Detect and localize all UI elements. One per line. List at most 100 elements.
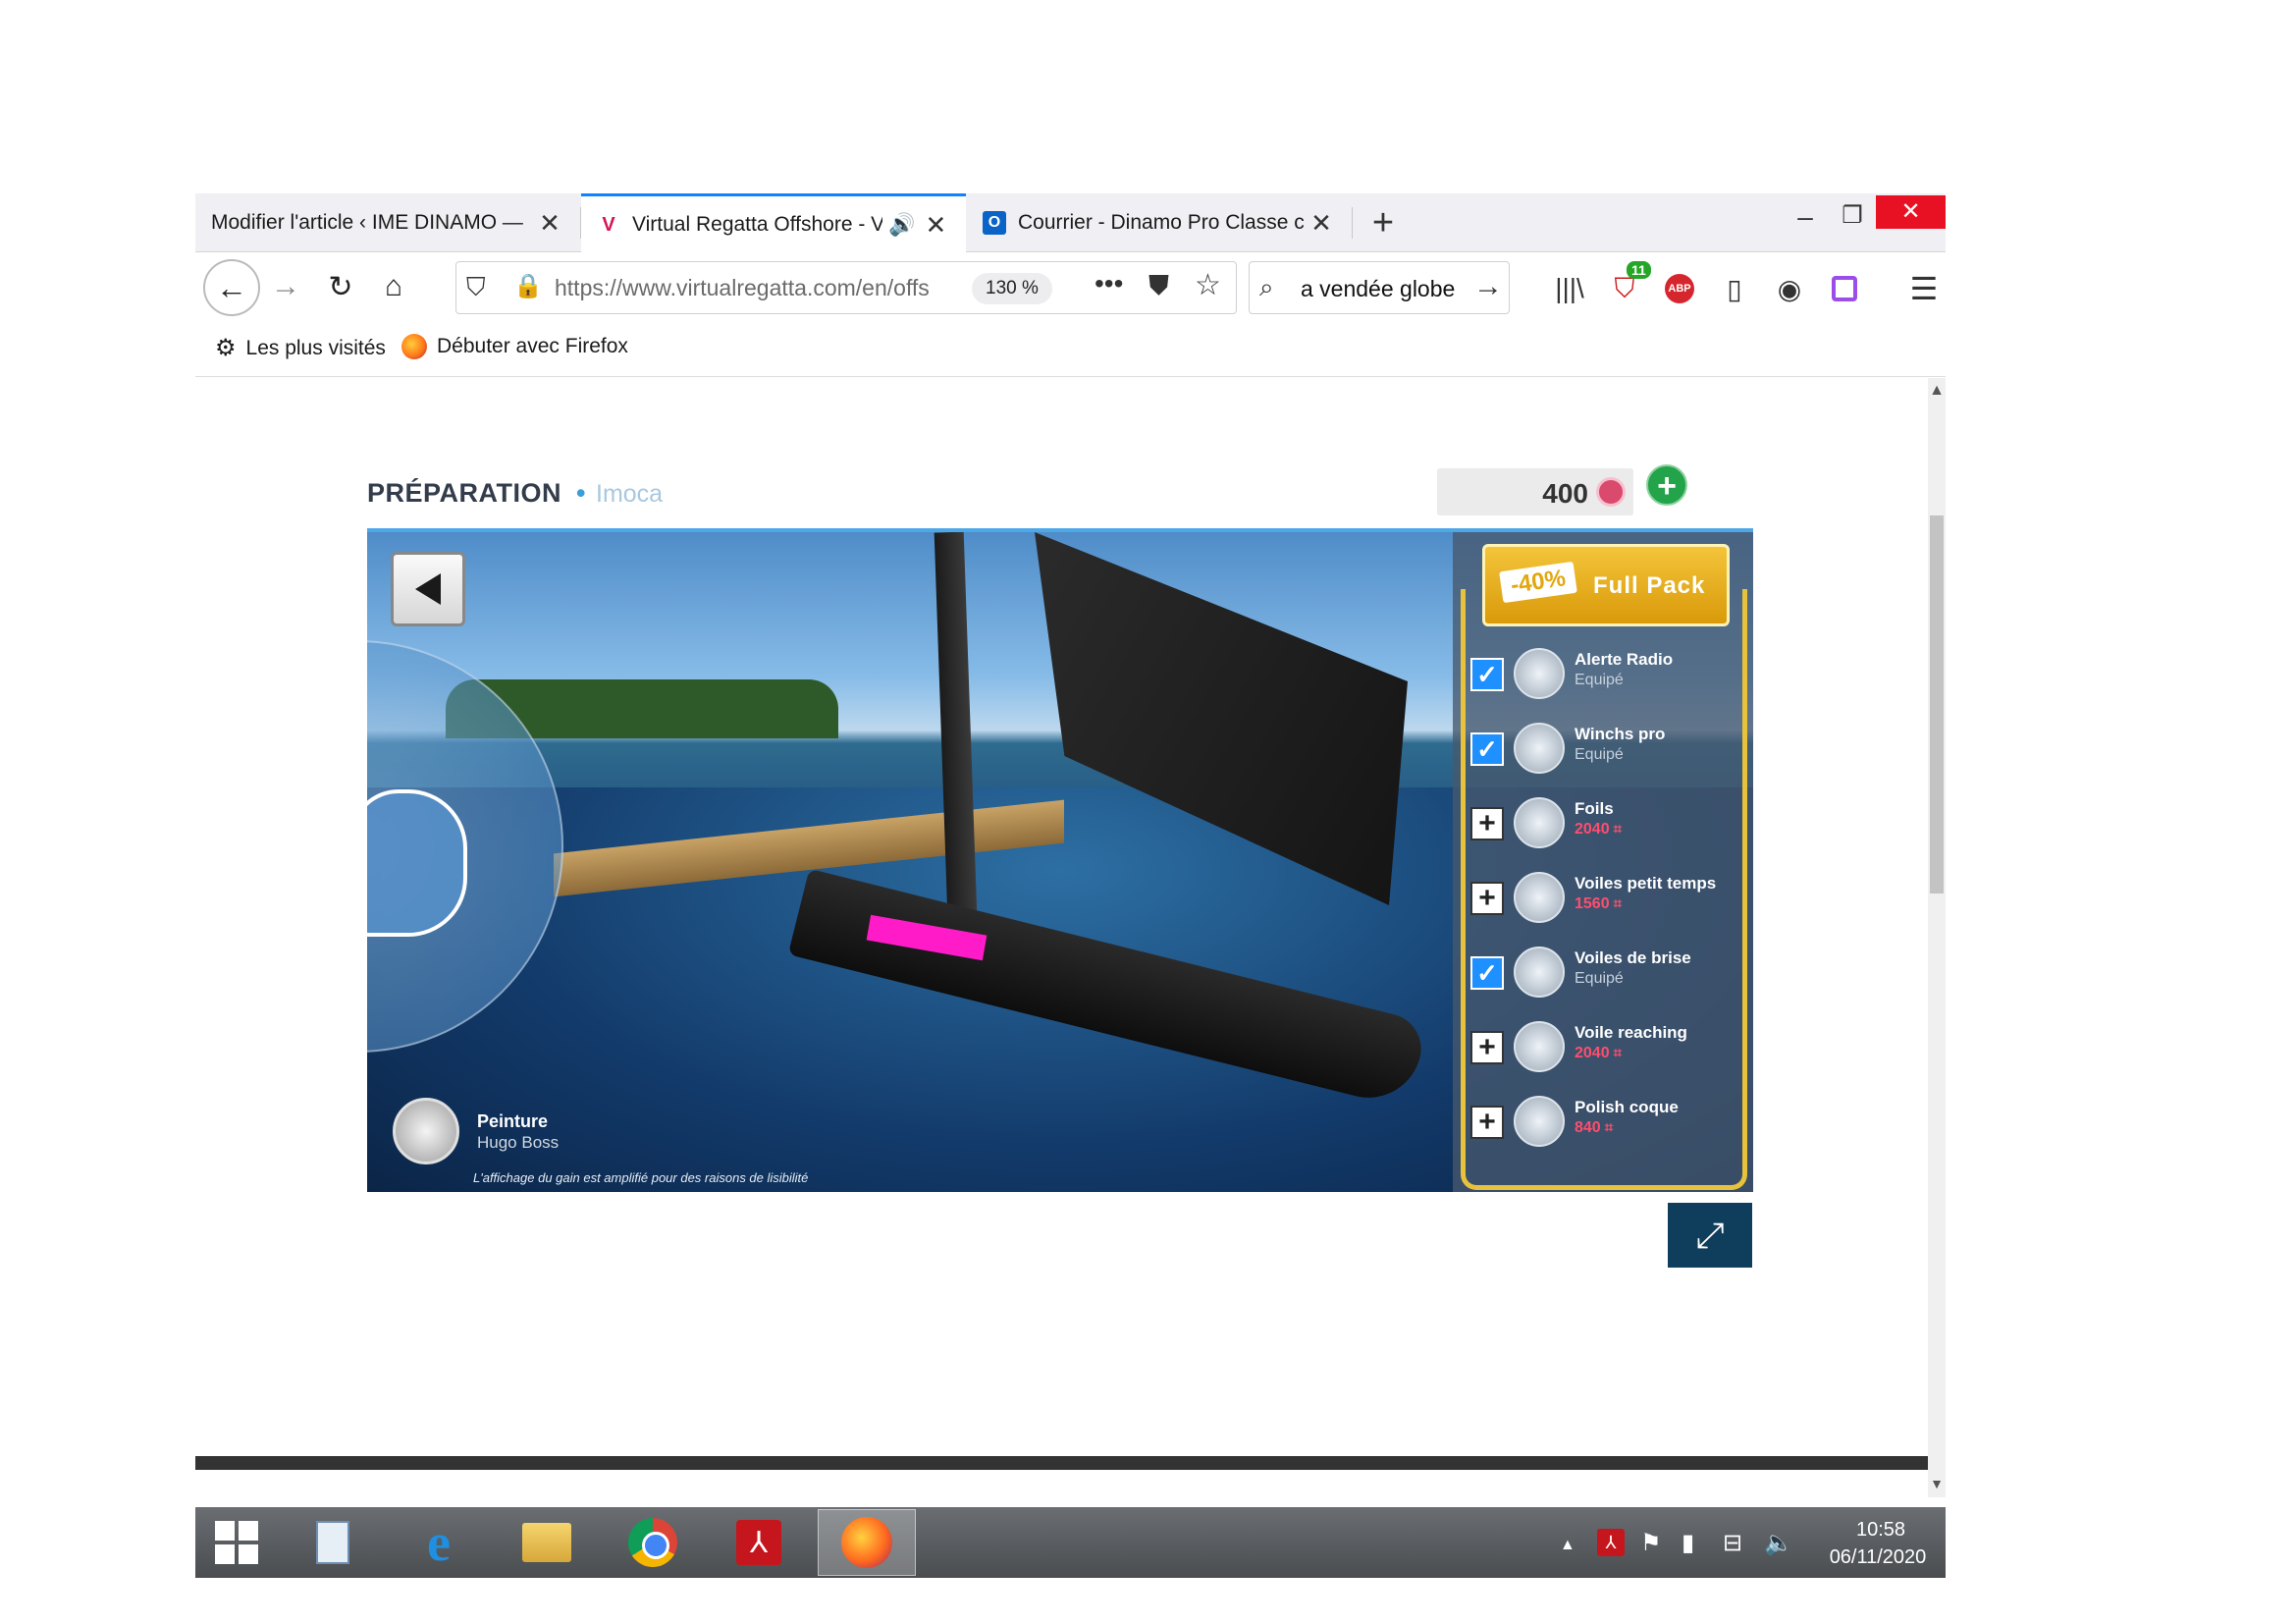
search-input[interactable]: a vendée globe	[1301, 276, 1455, 302]
network-icon[interactable]: ⊟	[1723, 1529, 1742, 1557]
bookmark-most-visited[interactable]: ⚙ Les plus visités	[215, 334, 386, 362]
close-tab-icon[interactable]: ✕	[922, 210, 950, 241]
bookmark-getting-started[interactable]: Débuter avec Firefox	[401, 334, 628, 359]
item-price: 2040 ⌗	[1575, 1045, 1622, 1062]
close-window-button[interactable]: ✕	[1876, 195, 1946, 229]
fullscreen-expand-button[interactable]: ⤢	[1668, 1203, 1752, 1268]
navigation-toolbar: ← → ↻ ⌂ ⛉ 🔒 https://www.virtualregatta.c…	[195, 253, 1946, 322]
acrobat-taskbar-icon[interactable]: ⅄	[729, 1513, 788, 1572]
reload-button[interactable]: ↻	[317, 263, 364, 310]
start-button[interactable]	[207, 1513, 266, 1572]
volume-icon[interactable]: 🔈	[1764, 1529, 1793, 1557]
shop-item-foils[interactable]: + Foils 2040 ⌗	[1467, 785, 1737, 860]
game-back-button[interactable]	[391, 552, 465, 626]
equipped-checkbox[interactable]: ✓	[1470, 956, 1504, 990]
search-go-icon[interactable]: →	[1473, 270, 1503, 303]
internet-explorer-taskbar-icon[interactable]: e	[409, 1513, 468, 1572]
shop-item-polish-coque[interactable]: + Polish coque 840 ⌗	[1467, 1084, 1737, 1159]
shop-item-voiles-de-brise[interactable]: ✓ Voiles de brise Equipé	[1467, 935, 1737, 1009]
polish-icon	[1514, 1096, 1565, 1147]
search-bar[interactable]: ⌕ a vendée globe →	[1249, 261, 1510, 314]
shop-item-alerte-radio[interactable]: ✓ Alerte Radio Equipé	[1467, 636, 1737, 711]
adblock-plus-icon[interactable]: ABP	[1662, 271, 1697, 306]
forward-button[interactable]: →	[262, 263, 309, 310]
shop-item-voiles-petit-temps[interactable]: + Voiles petit temps 1560 ⌗	[1467, 860, 1737, 935]
restore-button[interactable]: ❐	[1833, 201, 1872, 230]
chrome-taskbar-icon[interactable]	[623, 1513, 682, 1572]
item-name: Foils	[1575, 799, 1614, 818]
address-bar[interactable]: ⛉ 🔒 https://www.virtualregatta.com/en/of…	[455, 261, 1237, 314]
tab-modifier-article[interactable]: Modifier l'article ‹ IME DINAMO — ✕	[195, 193, 580, 252]
light-sail-icon	[1514, 872, 1565, 923]
search-icon: ⌕	[1259, 272, 1274, 301]
shop-item-voile-reaching[interactable]: + Voile reaching 2040 ⌗	[1467, 1009, 1737, 1084]
back-button[interactable]: ←	[203, 259, 260, 316]
buy-plus-button[interactable]: +	[1470, 807, 1504, 840]
zoom-level-button[interactable]: 130 %	[972, 273, 1052, 304]
virtual-regatta-favicon-icon: V	[602, 213, 615, 236]
home-button[interactable]: ⌂	[370, 263, 417, 310]
lock-icon[interactable]: 🔒	[513, 272, 543, 300]
buy-plus-button[interactable]: +	[1470, 1031, 1504, 1064]
add-credits-button[interactable]: +	[1646, 464, 1687, 506]
account-icon[interactable]: ◉	[1772, 271, 1807, 306]
item-name: Voiles petit temps	[1575, 874, 1717, 893]
speaker-icon[interactable]: 🔊	[888, 212, 915, 238]
game-scene[interactable]: Peinture Hugo Boss L'affichage du gain e…	[367, 528, 1753, 1192]
item-name: Voiles de brise	[1575, 948, 1691, 967]
tracking-shield-icon[interactable]: ⛉	[466, 272, 486, 303]
credits-icon: ⌗	[1604, 1119, 1614, 1136]
scroll-up-icon[interactable]: ▲	[1928, 382, 1946, 400]
horizontal-scrollbar[interactable]	[195, 1456, 1928, 1470]
show-hidden-icons-icon[interactable]: ▲	[1560, 1537, 1575, 1554]
disclaimer-text: L'affichage du gain est amplifié pour de…	[473, 1170, 809, 1185]
paint-icon[interactable]	[393, 1098, 459, 1164]
full-pack-button[interactable]: -40% Full Pack	[1482, 544, 1730, 626]
page-content: PRÉPARATION • Imoca 400 + Peinture Hugo …	[195, 378, 1928, 1462]
hamburger-menu-icon[interactable]: ☰	[1906, 271, 1942, 306]
extension-square-icon[interactable]	[1827, 271, 1862, 306]
power-icon[interactable]: ▮	[1682, 1529, 1694, 1557]
radio-icon	[1514, 648, 1565, 699]
page-actions-icon[interactable]: •••	[1095, 268, 1123, 299]
equipped-checkbox[interactable]: ✓	[1470, 732, 1504, 766]
options-shop-panel: -40% Full Pack ✓ Alerte Radio Equipé ✓ W…	[1453, 532, 1753, 1192]
file-explorer-taskbar-icon[interactable]	[517, 1513, 576, 1572]
paint-label: Peinture	[477, 1111, 549, 1131]
bookmark-star-icon[interactable]: ☆	[1195, 268, 1221, 302]
price-value: 2040	[1575, 821, 1610, 838]
equipped-checkbox[interactable]: ✓	[1470, 658, 1504, 691]
clock-date[interactable]: 06/11/2020	[1819, 1546, 1937, 1569]
item-status: Equipé	[1575, 672, 1624, 688]
pocket-icon[interactable]: ⛊	[1148, 270, 1169, 302]
close-tab-icon[interactable]: ✕	[535, 208, 564, 239]
acrobat-tray-icon[interactable]: ⅄	[1597, 1529, 1625, 1556]
close-tab-icon[interactable]: ✕	[1307, 208, 1336, 239]
action-center-flag-icon[interactable]: ⚑	[1640, 1529, 1662, 1557]
buy-plus-button[interactable]: +	[1470, 882, 1504, 915]
scrollbar-thumb[interactable]	[1930, 515, 1944, 893]
url-text[interactable]: https://www.virtualregatta.com/en/offs	[555, 275, 967, 301]
game-header: PRÉPARATION • Imoca 400 +	[367, 464, 1753, 521]
tab-virtual-regatta[interactable]: V Virtual Regatta Offshore - Vi 🔊 ✕	[581, 193, 966, 253]
sidebar-icon[interactable]: ▯	[1717, 271, 1752, 306]
new-tab-button[interactable]: +	[1363, 199, 1403, 246]
vertical-scrollbar[interactable]: ▲ ▼	[1928, 378, 1946, 1497]
scroll-down-icon[interactable]: ▼	[1928, 1476, 1946, 1491]
clock-time[interactable]: 10:58	[1846, 1519, 1915, 1542]
buy-plus-button[interactable]: +	[1470, 1106, 1504, 1139]
credits-icon: ⌗	[1613, 895, 1623, 912]
shop-item-winchs-pro[interactable]: ✓ Winchs pro Equipé	[1467, 711, 1737, 785]
outlook-favicon-icon: O	[983, 211, 1006, 235]
calculator-taskbar-icon[interactable]	[303, 1513, 362, 1572]
minimize-button[interactable]: –	[1786, 201, 1825, 233]
credits-icon: ⌗	[1613, 1045, 1623, 1061]
abp-label: ABP	[1665, 274, 1694, 303]
tab-courrier[interactable]: O Courrier - Dinamo Pro Classe c ✕	[967, 193, 1352, 252]
firefox-icon	[401, 334, 427, 359]
windows-taskbar: e ⅄ ▲ ⅄ ⚑ ▮ ⊟ 🔈 10:58 06/11/2020	[195, 1507, 1946, 1578]
bookmarks-toolbar: ⚙ Les plus visités Débuter avec Firefox	[195, 322, 1946, 377]
library-icon[interactable]: |||\	[1552, 271, 1587, 306]
credits-icon: ⌗	[1613, 821, 1623, 838]
firefox-taskbar-icon[interactable]	[818, 1509, 916, 1576]
